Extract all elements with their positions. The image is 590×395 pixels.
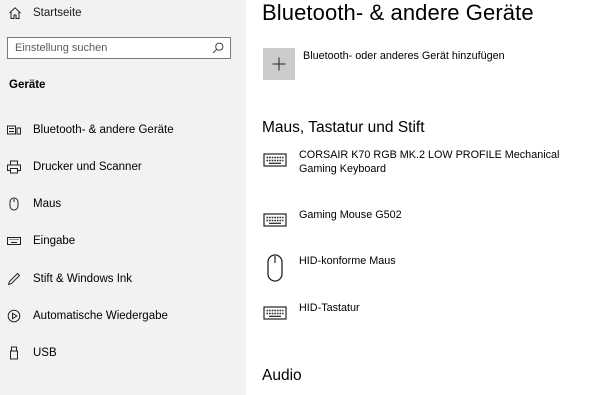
search-icon[interactable] (212, 42, 224, 54)
sidebar-item-mouse[interactable]: Maus (0, 191, 246, 217)
sidebar-item-label: Eingabe (33, 235, 76, 247)
audio-heading: Audio (262, 367, 302, 384)
devices-section-label: Geräte (9, 79, 46, 91)
device-name: Gaming Mouse G502 (299, 209, 402, 221)
sidebar-item-printers[interactable]: Drucker und Scanner (0, 154, 246, 180)
add-device-label: Bluetooth- oder anderes Gerät hinzufügen (303, 50, 505, 62)
device-item[interactable]: HID-konforme Maus (263, 254, 583, 286)
pen-icon (7, 272, 21, 286)
input-devices-heading: Maus, Tastatur und Stift (262, 119, 425, 136)
settings-content: Bluetooth- & andere Geräte Bluetooth- od… (246, 0, 590, 395)
sidebar-item-label: Drucker und Scanner (33, 161, 142, 173)
settings-sidebar: Startseite Geräte Bluetooth- & andere Ge… (0, 0, 246, 395)
keyboard-icon (263, 213, 287, 227)
sidebar-item-label: USB (33, 347, 57, 359)
device-item[interactable]: CORSAIR K70 RGB MK.2 LOW PROFILE Mechani… (263, 148, 583, 180)
search-input[interactable] (8, 38, 204, 58)
device-name: CORSAIR K70 RGB MK.2 LOW PROFILE Mechani… (299, 149, 560, 175)
sidebar-item-usb[interactable]: USB (0, 340, 246, 366)
add-device-plus-tile[interactable] (263, 48, 295, 80)
keyboard-icon (263, 306, 287, 320)
keyboard-icon (263, 153, 287, 167)
printer-icon (7, 160, 21, 174)
sidebar-item-bluetooth[interactable]: Bluetooth- & andere Geräte (0, 117, 246, 143)
device-item[interactable]: Gaming Mouse G502 (263, 208, 583, 236)
sidebar-item-label: Bluetooth- & andere Geräte (33, 124, 174, 136)
sidebar-item-label: Maus (33, 198, 62, 210)
mouse-icon (7, 197, 21, 211)
sidebar-item-pen[interactable]: Stift & Windows Ink (0, 266, 246, 292)
home-link-label: Startseite (33, 7, 82, 19)
autoplay-icon (7, 309, 21, 323)
usb-icon (7, 346, 21, 360)
bluetooth-devices-icon (7, 123, 21, 137)
sidebar-item-autoplay[interactable]: Automatische Wiedergabe (0, 303, 246, 329)
mouse-icon (267, 254, 283, 282)
plus-icon (272, 57, 286, 71)
device-name: HID-konforme Maus (299, 255, 396, 267)
add-device-button[interactable]: Bluetooth- oder anderes Gerät hinzufügen (263, 48, 505, 80)
sidebar-item-input[interactable]: Eingabe (0, 228, 246, 254)
page-title: Bluetooth- & andere Geräte (262, 0, 534, 25)
keyboard-icon (7, 234, 21, 248)
sidebar-item-label: Stift & Windows Ink (33, 273, 133, 285)
device-name: HID-Tastatur (299, 302, 360, 314)
home-icon (9, 7, 21, 19)
device-item[interactable]: HID-Tastatur (263, 301, 583, 329)
settings-search[interactable] (7, 37, 231, 59)
sidebar-item-label: Automatische Wiedergabe (33, 310, 168, 322)
home-link[interactable]: Startseite (8, 4, 82, 22)
